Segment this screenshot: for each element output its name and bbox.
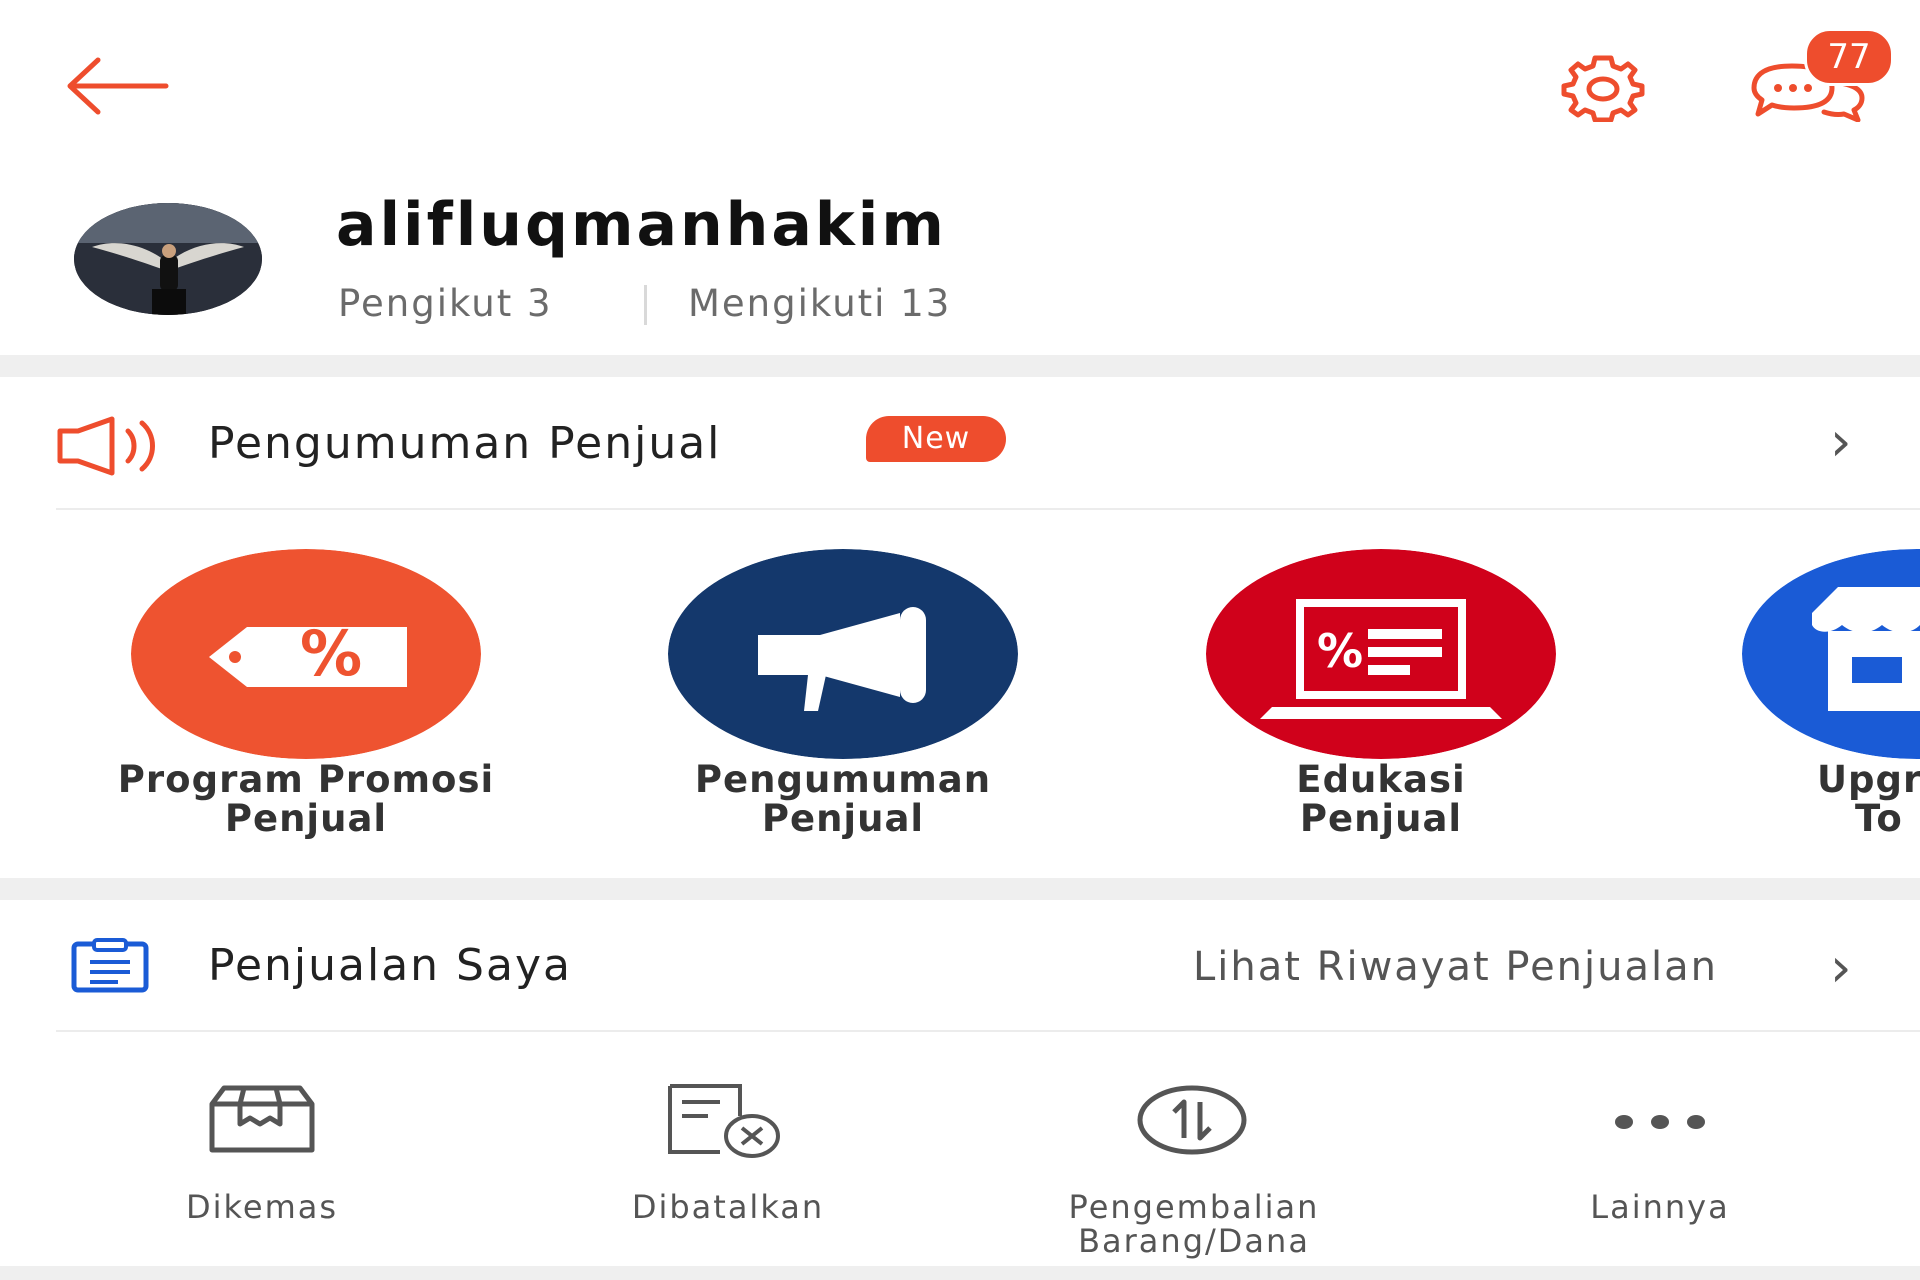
store-icon [1742,549,1920,759]
megaphone-icon [56,415,168,481]
megaphone-icon [668,549,1018,759]
settings-button[interactable] [1548,52,1658,122]
sales-history-link[interactable]: Lihat Riwayat Penjualan [1193,944,1718,990]
box-icon [202,1085,322,1164]
chevron-right-icon[interactable]: › [1830,936,1852,999]
following-count[interactable]: Mengikuti 13 [688,282,951,325]
laptop-icon: % [1206,549,1556,759]
avatar[interactable] [74,203,262,315]
follow-divider [644,285,647,325]
status-label: Lainnya [1590,1188,1730,1226]
new-badge: New [866,416,1006,462]
feature-label: Edukasi Penjual [1296,758,1466,840]
followers-count[interactable]: Pengikut 3 [338,282,553,325]
cancelled-doc-icon [664,1084,784,1164]
status-label: Dibatalkan [631,1188,825,1226]
svg-text:%: % [300,617,362,690]
row-divider [56,508,1920,510]
svg-text:%: % [1317,624,1363,678]
feature-seller-announcement[interactable] [668,549,1018,759]
arrow-left-icon [62,56,172,116]
status-label: Dikemas [185,1188,339,1226]
username: alifluqmanhakim [336,190,947,260]
feature-label: Program Promosi Penjual [117,758,495,840]
section-gap [0,878,1920,900]
feature-label: Upgr To [1817,760,1920,838]
discount-tag-icon: % [131,549,481,759]
feature-promo-program[interactable]: % [131,549,481,759]
announcement-title: Pengumuman Penjual [208,418,722,469]
status-lainnya[interactable] [1600,1080,1720,1160]
feature-upgrade-store[interactable] [1742,549,1920,759]
return-arrows-icon [1132,1085,1252,1164]
back-button[interactable] [62,56,172,116]
status-label: Pengembalian Barang/Dana [1068,1188,1320,1260]
feature-label: Pengumuman Penjual [694,758,992,840]
feature-seller-education[interactable]: % [1206,549,1556,759]
clipboard-icon [70,938,150,998]
row-divider [56,1030,1920,1032]
status-pengembalian[interactable] [1132,1080,1252,1160]
chevron-right-icon[interactable]: › [1830,410,1852,473]
section-gap [0,1266,1920,1280]
chat-unread-badge: 77 [1804,28,1894,86]
status-dibatalkan[interactable] [664,1080,784,1160]
more-dots-icon [1600,1115,1720,1164]
sales-title: Penjualan Saya [208,940,572,991]
section-gap [0,355,1920,377]
gear-icon [1548,52,1658,122]
status-dikemas[interactable] [202,1080,322,1160]
